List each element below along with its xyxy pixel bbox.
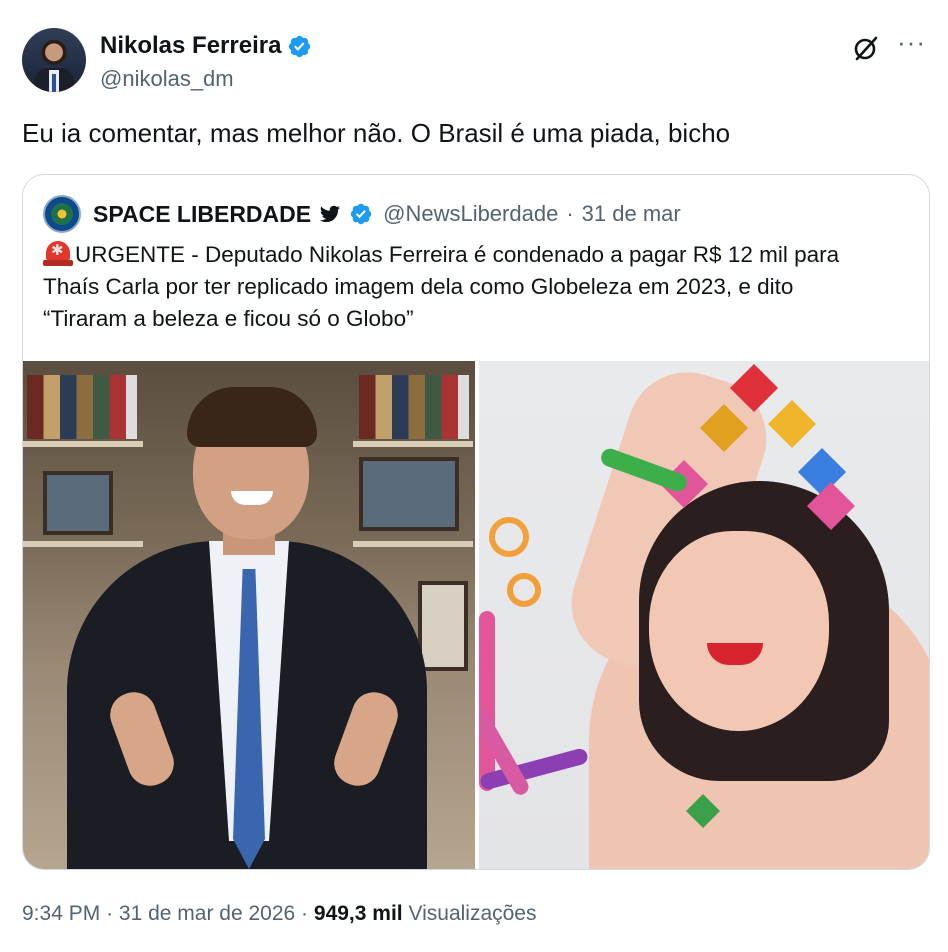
photo-woman-carnival[interactable] [479,361,929,869]
quoted-tweet-header: SPACE LIBERDADE @NewsLiberdade · 31 de m… [43,195,681,233]
quoted-text: ✱ URGENTE - Deputado Nikolas Ferreira é c… [43,239,913,335]
author-name[interactable]: Nikolas Ferreira [100,32,281,60]
tweet-header: Nikolas Ferreira @nikolas_dm ··· [22,28,926,94]
quoted-date[interactable]: 31 de mar [582,201,681,227]
siren-icon: ✱ [43,239,73,267]
tweet-meta: 9:34 PM · 31 de mar de 2026 · 949,3 mil … [22,902,537,926]
photo-man-in-suit[interactable] [23,361,475,869]
quoted-text-line: “Tiraram a beleza e ficou só o Globo” [43,306,414,331]
tweet-date[interactable]: 31 de mar de 2026 [119,902,295,925]
quoted-text-line: ✱ URGENTE - Deputado Nikolas Ferreira é c… [43,239,913,271]
tweet-time[interactable]: 9:34 PM [22,902,100,925]
meta-separator: · [106,902,114,925]
quoted-author-name[interactable]: SPACE LIBERDADE [93,201,311,228]
quoted-avatar[interactable] [43,195,81,233]
views-label: Visualizações [408,902,537,925]
author-handle[interactable]: @nikolas_dm [100,66,234,92]
views-count[interactable]: 949,3 mil [314,902,403,925]
quoted-text-line: Thaís Carla por ter replicado imagem del… [43,274,794,299]
quoted-verified-badge-icon [350,203,372,225]
quoted-media [23,361,929,869]
quoted-author-handle[interactable]: @NewsLiberdade [383,201,558,227]
grok-icon[interactable] [852,34,880,62]
verified-badge-icon [289,35,311,57]
meta-separator: · [301,902,309,925]
more-icon[interactable]: ··· [897,29,926,55]
author-name-row: Nikolas Ferreira [100,32,312,60]
quoted-separator: · [566,201,574,226]
avatar[interactable] [22,28,86,92]
quoted-tweet[interactable]: SPACE LIBERDADE @NewsLiberdade · 31 de m… [22,174,930,870]
tweet-text: Eu ia comentar, mas melhor não. O Brasil… [22,118,731,148]
bird-icon [320,205,341,223]
